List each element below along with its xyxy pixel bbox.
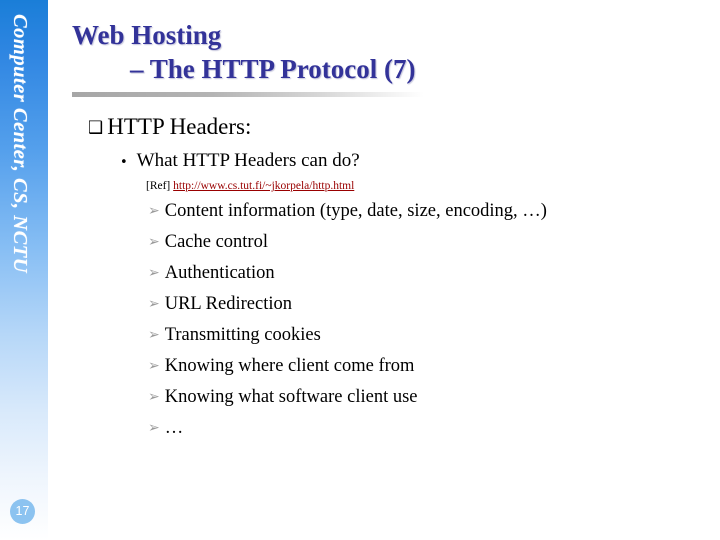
bullet-heading-label: HTTP Headers:	[107, 114, 252, 139]
list-item: ➢ Cache control	[148, 227, 698, 258]
list-item-label: URL Redirection	[164, 294, 292, 314]
arrow-bullet-icon: ➢	[148, 265, 160, 281]
slide-canvas: Computer Center, CS, NCTU 17 Web Hosting…	[0, 0, 720, 540]
arrow-bullet-icon: ➢	[148, 358, 160, 374]
title-line-secondary: – The HTTP Protocol (7)	[130, 54, 416, 84]
round-bullet-icon: •	[120, 155, 128, 170]
list-item-label: Knowing what software client use	[164, 387, 418, 407]
arrow-bullet-icon: ➢	[148, 203, 160, 219]
list-item: ➢ Authentication	[148, 258, 698, 289]
slide-title: Web Hosting – The HTTP Protocol (7)	[72, 18, 692, 86]
arrow-bullet-icon: ➢	[148, 234, 160, 250]
bullet-subheading-what-headers-can-do: • What HTTP Headers can do?	[120, 148, 698, 176]
list-item: ➢ URL Redirection	[148, 289, 698, 320]
arrow-bullet-icon: ➢	[148, 296, 160, 312]
list-item-label: Cache control	[164, 232, 268, 252]
page-number-badge: 17	[10, 499, 35, 524]
reference-line: [Ref] http://www.cs.tut.fi/~jkorpela/htt…	[146, 178, 698, 195]
list-item: ➢ Transmitting cookies	[148, 320, 698, 351]
title-divider-rule	[72, 92, 424, 97]
hollow-square-bullet-icon: ❑	[88, 118, 104, 138]
list-item-label: …	[164, 418, 184, 438]
sidebar-brand-label: Computer Center, CS, NCTU	[9, 14, 31, 274]
list-item: ➢ Knowing where client come from	[148, 351, 698, 382]
list-item: ➢…	[148, 413, 698, 444]
title-line-primary: Web Hosting	[72, 20, 222, 50]
bullet-subheading-label: What HTTP Headers can do?	[136, 150, 360, 171]
slide-body: ❑ HTTP Headers: • What HTTP Headers can …	[88, 112, 698, 444]
arrow-bullet-icon: ➢	[148, 420, 160, 436]
arrow-bullet-icon: ➢	[148, 327, 160, 343]
bullet-heading-http-headers: ❑ HTTP Headers:	[88, 112, 698, 144]
list-item: ➢ Knowing what software client use	[148, 382, 698, 413]
list-item-label: Knowing where client come from	[164, 356, 415, 376]
list-item: ➢ Content information (type, date, size, …	[148, 196, 698, 227]
bullet-list: ➢ Content information (type, date, size, …	[88, 196, 698, 444]
list-item-label: Transmitting cookies	[164, 325, 321, 345]
reference-link[interactable]: http://www.cs.tut.fi/~jkorpela/http.html	[173, 180, 354, 192]
arrow-bullet-icon: ➢	[148, 389, 160, 405]
reference-label: [Ref]	[146, 180, 171, 192]
list-item-label: Content information (type, date, size, e…	[164, 201, 547, 221]
list-item-label: Authentication	[164, 263, 275, 283]
sidebar-brand-bar: Computer Center, CS, NCTU 17	[0, 0, 48, 540]
